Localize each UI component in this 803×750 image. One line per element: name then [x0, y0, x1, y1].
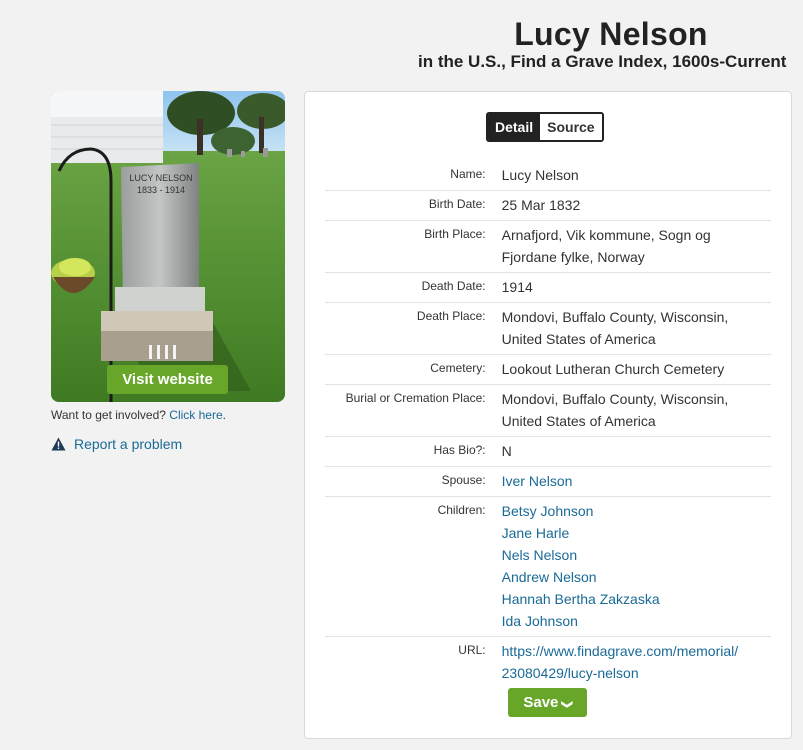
field-label: Cemetery:: [430, 361, 486, 375]
field-has-bio: Has Bio?: N: [325, 437, 771, 467]
field-label: Burial or Cremation Place:: [345, 391, 486, 405]
gravestone-photo[interactable]: LUCY NELSON 1833 - 1914 Visit website: [51, 91, 285, 402]
child-link[interactable]: Andrew Nelson: [502, 566, 771, 588]
url-link-line[interactable]: 23080429/lucy-nelson: [502, 662, 771, 684]
field-cemetery: Cemetery: Lookout Lutheran Church Cemete…: [325, 355, 771, 385]
click-here-link[interactable]: Click here: [169, 408, 222, 422]
field-value: 1914: [501, 279, 533, 295]
tab-source[interactable]: Source: [540, 114, 602, 140]
get-involved-text: Want to get involved? Click here.: [51, 408, 226, 422]
report-problem-link[interactable]: Report a problem: [51, 436, 182, 452]
field-value-line: Arnafjord, Vik kommune, Sogn og: [501, 227, 711, 243]
field-label: URL:: [458, 643, 486, 657]
child-link[interactable]: Nels Nelson: [502, 544, 771, 566]
field-death-date: Death Date: 1914: [325, 273, 771, 303]
url-link-line[interactable]: https://www.findagrave.com/memorial/: [502, 640, 771, 662]
get-involved-suffix: .: [222, 408, 226, 422]
field-value-line: Mondovi, Buffalo County, Wisconsin,: [501, 391, 729, 407]
child-link[interactable]: Betsy Johnson: [502, 500, 771, 522]
page-title: Lucy Nelson: [514, 16, 708, 52]
field-death-place: Death Place: Mondovi, Buffalo County, Wi…: [325, 303, 771, 355]
photo-inscription-1: LUCY NELSON: [129, 173, 192, 183]
field-value: Lucy Nelson: [501, 167, 579, 183]
field-label: Birth Date:: [428, 197, 486, 211]
field-value: 25 Mar 1832: [501, 197, 581, 213]
view-toggle: Detail Source: [486, 112, 604, 142]
field-birth-place: Birth Place: Arnafjord, Vik kommune, Sog…: [325, 221, 771, 273]
field-label: Name:: [450, 167, 486, 181]
field-birth-date: Birth Date: 25 Mar 1832: [325, 191, 771, 221]
field-url: URL: https://www.findagrave.com/memorial…: [325, 637, 771, 688]
field-burial-place: Burial or Cremation Place: Mondovi, Buff…: [325, 385, 771, 437]
field-label: Death Place:: [416, 309, 486, 323]
photo-inscription-2: 1833 - 1914: [137, 185, 185, 195]
report-problem-label: Report a problem: [74, 436, 183, 452]
field-value-line: United States of America: [501, 331, 656, 347]
field-name: Name: Lucy Nelson: [325, 161, 771, 191]
field-children: Children: Betsy Johnson Jane Harle Nels …: [325, 497, 771, 637]
record-fields: Name: Lucy Nelson Birth Date: 25 Mar 183…: [325, 161, 771, 688]
visit-website-button[interactable]: Visit website: [107, 365, 228, 394]
page-subtitle: in the U.S., Find a Grave Index, 1600s-C…: [418, 52, 787, 71]
field-value-line: Mondovi, Buffalo County, Wisconsin,: [501, 309, 729, 325]
record-detail-card: Detail Source Name: Lucy Nelson Birth Da…: [304, 91, 792, 739]
warning-icon: [51, 437, 66, 451]
field-label: Has Bio?:: [433, 443, 486, 457]
get-involved-label: Want to get involved?: [51, 408, 170, 422]
field-label: Children:: [437, 503, 486, 517]
field-label: Spouse:: [441, 473, 486, 487]
tab-detail[interactable]: Detail: [488, 114, 541, 140]
save-button[interactable]: Save ❯: [508, 688, 587, 717]
child-link[interactable]: Jane Harle: [502, 522, 771, 544]
child-link[interactable]: Ida Johnson: [502, 610, 771, 632]
field-spouse: Spouse: Iver Nelson: [325, 467, 771, 497]
field-value-line: United States of America: [501, 413, 656, 429]
child-link[interactable]: Hannah Bertha Zakzaska: [502, 588, 771, 610]
field-label: Death Date:: [421, 279, 486, 293]
field-value-line: Fjordane fylke, Norway: [501, 249, 645, 265]
spouse-link[interactable]: Iver Nelson: [502, 470, 771, 492]
field-label: Birth Place:: [424, 227, 486, 241]
chevron-down-icon: ❯: [561, 699, 574, 710]
field-value: Lookout Lutheran Church Cemetery: [501, 361, 725, 377]
field-value: N: [501, 443, 512, 459]
gravestone-image: LUCY NELSON 1833 - 1914: [51, 91, 285, 402]
